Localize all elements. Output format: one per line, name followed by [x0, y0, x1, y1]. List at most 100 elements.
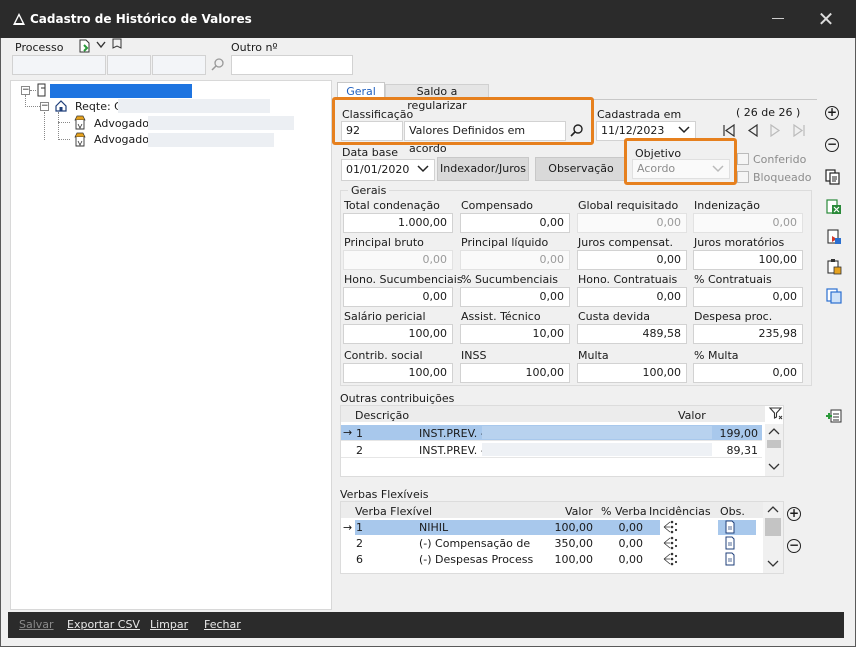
- row-descricao: INST.PREV. -: [419, 427, 485, 440]
- gerais-field-input[interactable]: 100,00: [693, 250, 803, 270]
- next-record-icon[interactable]: [769, 124, 781, 137]
- tree-collapse-toggle-reqte[interactable]: −: [40, 102, 49, 111]
- last-record-icon[interactable]: [792, 124, 806, 137]
- verbas-col-valor[interactable]: Valor: [565, 505, 593, 518]
- first-record-icon[interactable]: [722, 124, 736, 137]
- scroll-up-icon[interactable]: [768, 427, 780, 435]
- outras-scroll-thumb[interactable]: [767, 440, 781, 448]
- gerais-field-input[interactable]: 100,00: [460, 363, 570, 383]
- gerais-field-label: Indenização: [694, 199, 761, 212]
- gerais-field-input[interactable]: 0,00: [577, 213, 687, 233]
- gerais-field-input[interactable]: 0,00: [693, 287, 803, 307]
- tree-reqte-label[interactable]: Reqte: C: [75, 100, 122, 113]
- classificacao-description-input[interactable]: Valores Definidos em acordo: [404, 121, 566, 155]
- tree-advogado-2[interactable]: Advogado: [94, 133, 149, 146]
- add-verba-button[interactable]: +: [787, 507, 801, 521]
- redacted-name: [148, 133, 274, 147]
- previous-record-icon[interactable]: [747, 124, 759, 137]
- gerais-field-input[interactable]: 0,00: [577, 287, 687, 307]
- row-valor: 100,00: [554, 553, 594, 566]
- fechar-button[interactable]: Fechar: [204, 618, 241, 631]
- gerais-field-input[interactable]: 10,00: [460, 324, 570, 344]
- gerais-field-input[interactable]: 1.000,00: [343, 213, 453, 233]
- incidencias-icon[interactable]: [662, 552, 678, 567]
- gerais-field-label: % Sucumbenciais: [461, 273, 558, 286]
- filter-icon[interactable]: [768, 405, 784, 421]
- gerais-field-input[interactable]: 489,58: [577, 324, 687, 344]
- salvar-label: Salvar: [19, 618, 54, 631]
- gerais-field-input[interactable]: 0,00: [460, 250, 570, 270]
- processo-field-1[interactable]: [12, 55, 106, 75]
- incidencias-icon[interactable]: [662, 520, 678, 535]
- duplicate-icon[interactable]: [825, 287, 843, 305]
- paste-icon[interactable]: [825, 258, 843, 276]
- indexador-juros-button[interactable]: Indexador/Juros: [437, 157, 529, 181]
- scroll-up-icon[interactable]: [767, 505, 779, 513]
- bookmark-icon[interactable]: [111, 38, 123, 52]
- remove-verba-button[interactable]: −: [787, 539, 801, 553]
- processo-field-3[interactable]: [152, 55, 206, 75]
- gerais-field-input[interactable]: 235,98: [693, 324, 803, 344]
- new-document-icon[interactable]: [77, 38, 93, 54]
- gerais-field-input[interactable]: 0,00: [343, 287, 453, 307]
- remove-record-button[interactable]: −: [825, 138, 839, 152]
- classificacao-label: Classificação: [342, 108, 414, 121]
- copy-icon[interactable]: [824, 168, 842, 186]
- scroll-down-icon[interactable]: [768, 463, 780, 471]
- minimize-button[interactable]: [772, 18, 784, 19]
- gerais-field-input[interactable]: 0,00: [693, 363, 803, 383]
- verbas-col-obs[interactable]: Obs.: [720, 505, 745, 518]
- chevron-down-icon[interactable]: [417, 165, 429, 173]
- tree-selected-process[interactable]: [50, 84, 192, 98]
- redacted-text: [482, 426, 712, 439]
- outro-numero-input[interactable]: [231, 55, 353, 75]
- obs-note-icon[interactable]: [724, 520, 736, 534]
- chevron-down-icon[interactable]: [96, 41, 106, 49]
- exportar-csv-button[interactable]: Exportar CSV: [67, 618, 140, 631]
- pdf-export-icon[interactable]: [825, 228, 843, 246]
- close-button[interactable]: ✕: [816, 8, 836, 30]
- gerais-field-input[interactable]: 100,00: [343, 324, 453, 344]
- search-icon[interactable]: [210, 57, 226, 73]
- bloqueado-checkbox[interactable]: [737, 171, 749, 183]
- gerais-field-input[interactable]: 0,00: [693, 213, 803, 233]
- incidencias-icon[interactable]: [662, 536, 678, 551]
- gerais-field-input[interactable]: 0,00: [343, 250, 453, 270]
- verbas-col-incidencias[interactable]: Incidências: [649, 505, 711, 518]
- house-icon: [55, 100, 67, 112]
- limpar-button[interactable]: Limpar: [150, 618, 188, 631]
- conferido-checkbox[interactable]: [737, 153, 749, 165]
- obs-note-icon[interactable]: [724, 536, 736, 550]
- process-document-icon: [37, 83, 46, 97]
- gerais-field-input[interactable]: 0,00: [460, 287, 570, 307]
- process-tree-panel: [10, 80, 332, 610]
- gerais-field-input[interactable]: 100,00: [577, 363, 687, 383]
- add-record-button[interactable]: +: [825, 106, 839, 120]
- tree-collapse-toggle[interactable]: −: [21, 86, 30, 95]
- classificacao-code-input[interactable]: 92: [341, 121, 403, 141]
- outras-legend: Outras contribuições: [340, 392, 455, 405]
- row-pointer-icon: →: [343, 521, 353, 534]
- excel-export-icon[interactable]: [825, 198, 843, 216]
- outras-col-valor[interactable]: Valor: [678, 409, 706, 422]
- verbas-scroll-thumb[interactable]: [765, 518, 781, 536]
- observacao-button[interactable]: Observação: [535, 157, 627, 181]
- gerais-field-input[interactable]: 100,00: [343, 363, 453, 383]
- chevron-down-icon[interactable]: [678, 126, 690, 134]
- gerais-field-label: Juros moratórios: [694, 236, 785, 249]
- processo-field-2[interactable]: [107, 55, 151, 75]
- gerais-field-input[interactable]: 0,00: [577, 250, 687, 270]
- obs-note-icon[interactable]: [724, 552, 736, 566]
- record-counter: ( 26 de 26 ): [736, 106, 801, 119]
- search-icon[interactable]: [569, 123, 585, 139]
- scroll-down-icon[interactable]: [767, 560, 779, 568]
- verbas-col-verba[interactable]: Verba Flexível: [355, 505, 432, 518]
- row-verba: NIHIL: [419, 521, 449, 534]
- add-contribution-icon[interactable]: [825, 407, 843, 425]
- tree-advogado-1[interactable]: Advogado: [94, 117, 149, 130]
- outras-col-descricao[interactable]: Descrição: [355, 409, 409, 422]
- chevron-down-icon[interactable]: [712, 165, 724, 173]
- verbas-col-pct[interactable]: % Verba: [601, 505, 647, 518]
- gerais-field-input[interactable]: 0,00: [460, 213, 570, 233]
- salvar-button[interactable]: Salvar: [19, 618, 54, 631]
